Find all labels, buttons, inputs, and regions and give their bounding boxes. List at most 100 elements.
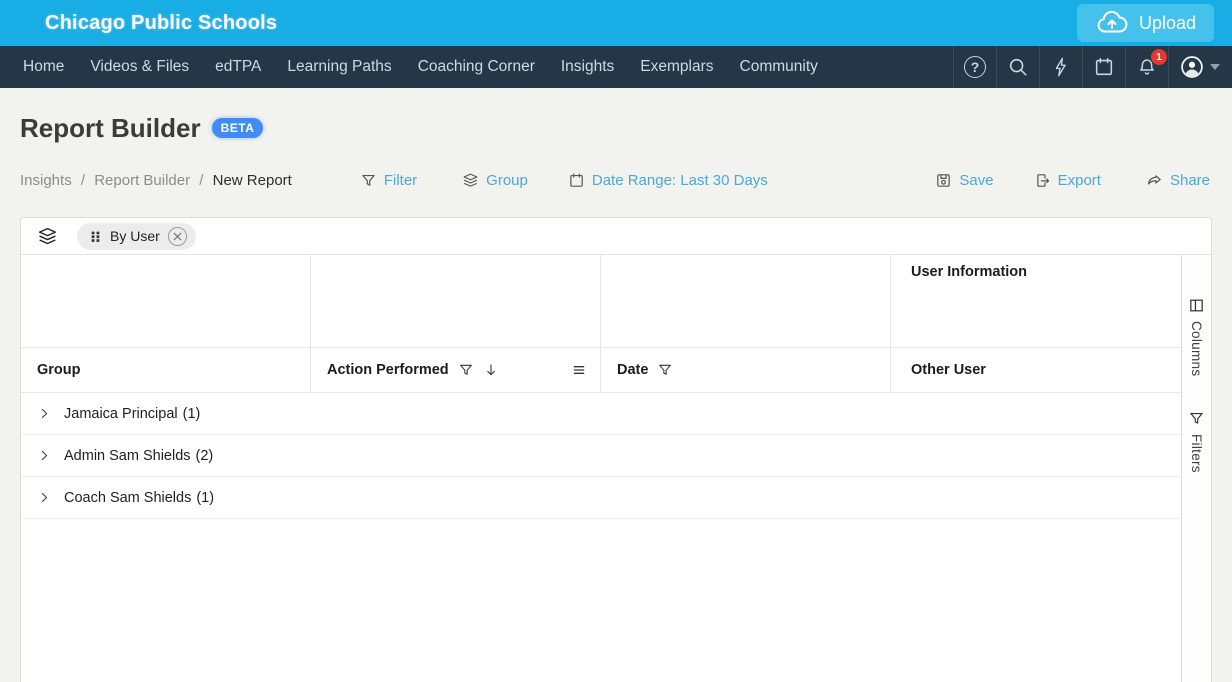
- column-group-cell: [311, 255, 601, 347]
- calendar-icon: [1093, 56, 1115, 78]
- group-row-label: Admin Sam Shields: [64, 448, 191, 464]
- help-button[interactable]: ?: [953, 46, 996, 88]
- account-menu-button[interactable]: [1168, 46, 1232, 88]
- date-range-button[interactable]: Date Range: Last 30 Days: [568, 172, 768, 189]
- help-icon: ?: [964, 56, 986, 78]
- main-nav: Home Videos & Files edTPA Learning Paths…: [0, 46, 1232, 88]
- chevron-right-icon[interactable]: [38, 491, 51, 504]
- group-row-label: Coach Sam Shields: [64, 490, 191, 506]
- group-button[interactable]: Group: [462, 172, 528, 189]
- column-menu-icon[interactable]: [571, 362, 587, 378]
- column-label: Date: [617, 362, 648, 378]
- filter-button[interactable]: Filter: [360, 172, 417, 189]
- filter-label: Filter: [384, 172, 417, 189]
- breadcrumb: Insights / Report Builder / New Report: [20, 172, 292, 189]
- search-icon: [1007, 56, 1029, 78]
- side-panel-tabs: Columns Filters: [1181, 255, 1211, 682]
- notifications-button[interactable]: 1: [1125, 46, 1168, 88]
- nav-item-coaching-corner[interactable]: Coaching Corner: [405, 58, 548, 76]
- search-button[interactable]: [996, 46, 1039, 88]
- grid-area: User Information Group Action Performed: [21, 255, 1181, 682]
- close-icon: [173, 232, 182, 241]
- chevron-right-icon[interactable]: [38, 449, 51, 462]
- export-doc-icon: [1034, 172, 1051, 189]
- report-toolbar: Insights / Report Builder / New Report F…: [20, 166, 1212, 194]
- page-title: Report Builder: [20, 113, 201, 144]
- chevron-right-icon[interactable]: [38, 407, 51, 420]
- chip-label: By User: [110, 228, 160, 244]
- breadcrumb-separator: /: [81, 172, 85, 189]
- report-table: By User User Information Group: [20, 217, 1212, 682]
- upload-button[interactable]: Upload: [1077, 4, 1214, 42]
- column-group-cell: [21, 255, 311, 347]
- column-header-other-user[interactable]: Other User: [891, 348, 1181, 392]
- group-row-count: (1): [183, 406, 201, 422]
- lightning-bolt-icon: [1050, 56, 1072, 78]
- grouping-bar: By User: [21, 218, 1211, 255]
- share-arrow-icon: [1146, 172, 1163, 189]
- column-filter-funnel-icon[interactable]: [458, 362, 474, 378]
- grid-icon: [89, 230, 102, 243]
- cloud-upload-icon: [1095, 11, 1129, 36]
- nav-icon-tray: ?: [953, 46, 1232, 88]
- page-header: Report Builder BETA: [20, 112, 1212, 144]
- column-group-header-row: User Information: [21, 255, 1181, 348]
- nav-item-exemplars[interactable]: Exemplars: [627, 58, 726, 76]
- chevron-down-icon: [1210, 64, 1220, 70]
- column-header-action-performed[interactable]: Action Performed: [311, 348, 601, 392]
- breadcrumb-report-builder[interactable]: Report Builder: [94, 172, 190, 189]
- remove-chip-button[interactable]: [168, 227, 187, 246]
- notification-count-badge: 1: [1151, 49, 1167, 65]
- column-header-row: Group Action Performed: [21, 348, 1181, 393]
- nav-item-learning-paths[interactable]: Learning Paths: [274, 58, 404, 76]
- group-by-user-chip[interactable]: By User: [77, 223, 196, 250]
- nav-item-videos-files[interactable]: Videos & Files: [77, 58, 202, 76]
- nav-item-insights[interactable]: Insights: [548, 58, 627, 76]
- save-button[interactable]: Save: [935, 172, 993, 189]
- activity-button[interactable]: [1039, 46, 1082, 88]
- date-range-label: Date Range: Last 30 Days: [592, 172, 768, 189]
- filter-funnel-icon: [360, 172, 377, 189]
- group-row-jamaica-principal[interactable]: Jamaica Principal (1): [21, 393, 1181, 435]
- nav-item-community[interactable]: Community: [727, 58, 831, 76]
- export-button[interactable]: Export: [1034, 172, 1101, 189]
- breadcrumb-new-report: New Report: [213, 172, 292, 189]
- org-title: Chicago Public Schools: [45, 12, 277, 35]
- nav-item-home[interactable]: Home: [10, 58, 77, 76]
- filters-panel-tab[interactable]: Filters: [1188, 410, 1205, 473]
- column-header-date[interactable]: Date: [601, 348, 891, 392]
- calendar-button[interactable]: [1082, 46, 1125, 88]
- grouping-layers-icon[interactable]: [37, 226, 58, 247]
- share-button[interactable]: Share: [1146, 172, 1210, 189]
- columns-panel-tab[interactable]: Columns: [1188, 297, 1205, 376]
- column-label: Group: [37, 362, 81, 378]
- group-row-label: Jamaica Principal: [64, 406, 178, 422]
- user-avatar-icon: [1181, 56, 1203, 78]
- columns-icon: [1188, 297, 1205, 314]
- column-group-cell: [601, 255, 891, 347]
- breadcrumb-separator: /: [199, 172, 203, 189]
- empty-area: [21, 519, 1181, 682]
- sort-descending-arrow-icon[interactable]: [483, 362, 499, 378]
- group-row-coach-sam-shields[interactable]: Coach Sam Shields (1): [21, 477, 1181, 519]
- filters-tab-label: Filters: [1189, 434, 1204, 473]
- column-group-user-information: User Information: [891, 255, 1181, 347]
- beta-badge: BETA: [212, 118, 264, 138]
- columns-tab-label: Columns: [1189, 321, 1204, 376]
- brand-bar: Chicago Public Schools Upload: [0, 0, 1232, 46]
- column-label: Action Performed: [327, 362, 449, 378]
- share-label: Share: [1170, 172, 1210, 189]
- export-label: Export: [1058, 172, 1101, 189]
- save-label: Save: [959, 172, 993, 189]
- column-filter-funnel-icon[interactable]: [657, 362, 673, 378]
- nav-links: Home Videos & Files edTPA Learning Paths…: [0, 46, 831, 88]
- nav-item-edtpa[interactable]: edTPA: [202, 58, 274, 76]
- group-row-admin-sam-shields[interactable]: Admin Sam Shields (2): [21, 435, 1181, 477]
- column-label: Other User: [911, 362, 986, 378]
- breadcrumb-insights[interactable]: Insights: [20, 172, 72, 189]
- table-body: User Information Group Action Performed: [21, 255, 1211, 682]
- group-label: Group: [486, 172, 528, 189]
- column-header-group[interactable]: Group: [21, 348, 311, 392]
- upload-label: Upload: [1139, 13, 1196, 34]
- save-disk-icon: [935, 172, 952, 189]
